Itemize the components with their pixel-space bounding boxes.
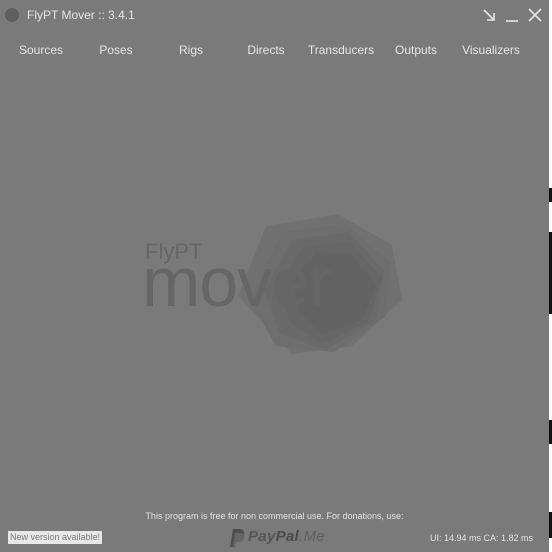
paypal-pal: Pal [275, 528, 300, 545]
paypal-wordmark: PayPal.Me [248, 528, 325, 545]
paypal-icon [230, 529, 245, 548]
performance-timings: UI: 14.94 ms CA: 1.82 ms [430, 533, 534, 543]
paypal-link[interactable]: PayPal.Me [226, 527, 336, 549]
paypal-me: .Me [299, 528, 325, 545]
app-window: FlyPT Mover :: 3.4.1 Sources Poses Rigs … [0, 0, 549, 552]
logo-large-text: mover [142, 243, 332, 321]
paypal-pay: Pay [248, 528, 276, 545]
new-version-label[interactable]: New version available! [8, 531, 103, 544]
donation-note: This program is free for non commercial … [145, 511, 404, 521]
flypt-mover-logo: FlyPT mover [142, 214, 402, 354]
